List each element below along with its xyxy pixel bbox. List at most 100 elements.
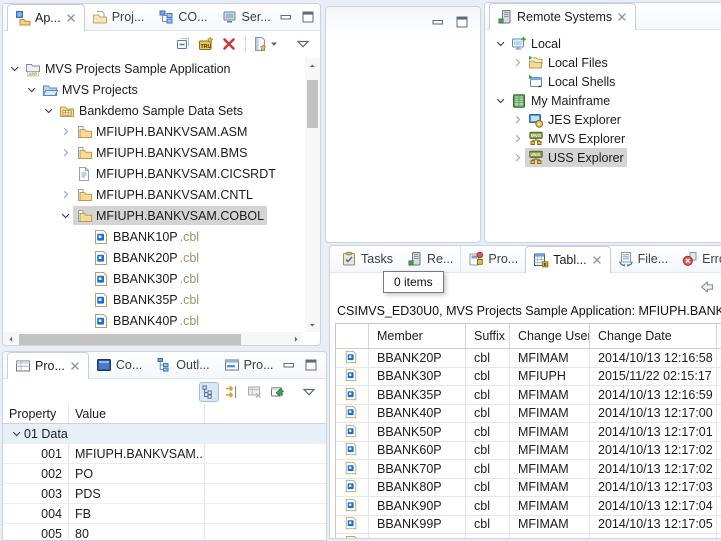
tab-outline[interactable]: Outl... [149, 352, 216, 378]
tree-item[interactable]: BBANK10P.cbl [3, 226, 303, 247]
header-change-user[interactable]: Change User [510, 324, 590, 348]
tree-item-content[interactable]: Local Shells [525, 72, 618, 91]
scrollbar-thumb[interactable] [19, 334, 241, 345]
tab-console[interactable]: Co... [89, 352, 149, 378]
tree-item-content[interactable]: APPMVS Projects Sample Application [22, 59, 234, 78]
maximize-icon[interactable] [454, 14, 470, 30]
expand-expander-icon[interactable] [58, 187, 73, 202]
tab-remote-details[interactable]: Re... [400, 246, 460, 272]
scroll-left-icon[interactable] [3, 332, 18, 346]
tree-item-content[interactable]: BBANK10P.cbl [90, 227, 202, 246]
property-row[interactable]: 01 Data [3, 424, 326, 444]
table-row[interactable]: BBANK90PcblMFIMAM2014/10/13 12:17:04 [336, 497, 721, 516]
expand-expander-icon[interactable] [510, 112, 525, 127]
tree-item-content[interactable]: MVSMVS Explorer [525, 129, 628, 148]
tab-application-explorer[interactable]: Ap... [7, 4, 85, 31]
scrollbar-thumb[interactable] [307, 80, 318, 128]
tree-item[interactable]: BBANK30P.cbl [3, 268, 303, 289]
minimize-icon[interactable] [430, 14, 446, 30]
maximize-icon[interactable] [303, 357, 319, 373]
view-menu-button[interactable] [300, 383, 318, 401]
tree-item[interactable]: BBANK20P.cbl [3, 247, 303, 268]
tree-item-content[interactable]: Local [508, 34, 564, 53]
tree-item-content[interactable]: UNIXUSS Explorer [525, 148, 627, 167]
tree-item-content[interactable]: JES Explorer [525, 110, 624, 129]
expand-expander-icon[interactable] [58, 124, 73, 139]
tree-item[interactable]: JES Explorer [485, 110, 721, 129]
property-row[interactable]: 004FB [3, 504, 326, 524]
collapse-expander-icon[interactable] [24, 82, 39, 97]
table-row[interactable]: BBANK70PcblMFIMAM2014/10/13 12:17:02 [336, 460, 721, 479]
collapse-expander-icon[interactable] [493, 93, 508, 108]
tab-table-view[interactable]: E Tabl... [525, 246, 610, 273]
table-row[interactable]: BBANK80PcblMFIMAM2014/10/13 12:17:03 [336, 479, 721, 498]
close-icon[interactable] [65, 12, 77, 24]
header-value[interactable]: Value [69, 404, 205, 423]
tree-item[interactable]: MFIUPH.BANKVSAM.BMS [3, 142, 303, 163]
tree-item[interactable]: BBANK35P.cbl [3, 289, 303, 310]
collapse-expander-icon[interactable] [7, 61, 22, 76]
tree-item[interactable]: My Mainframe [485, 91, 721, 110]
tab-tasks[interactable]: Tasks [334, 246, 400, 272]
tree-item-content[interactable]: MVS Projects [39, 80, 141, 99]
tree-item[interactable]: MFIUPH.BANKVSAM.COBOL [3, 205, 303, 226]
tree-item-content[interactable]: Bankdemo Sample Data Sets [56, 101, 246, 120]
view-menu-button[interactable] [294, 35, 312, 53]
close-icon[interactable] [69, 360, 81, 372]
expand-expander-icon[interactable] [510, 131, 525, 146]
property-row[interactable]: 002PO [3, 464, 326, 484]
header-change-date[interactable]: Change Date [590, 324, 717, 348]
pin-view-button[interactable] [269, 383, 287, 401]
tree-item[interactable]: MFIUPH.BANKVSAM.CNTL [3, 184, 303, 205]
tree-item-content[interactable]: Local Files [525, 53, 611, 72]
tree-item[interactable]: UNIXUSS Explorer [485, 148, 721, 167]
tree-item[interactable]: Local [485, 34, 721, 53]
tab-properties-view[interactable]: Pro... [460, 246, 525, 272]
horizontal-scrollbar[interactable] [3, 332, 303, 346]
tree-item-content[interactable]: MFIUPH.BANKVSAM.BMS [73, 143, 250, 162]
close-icon[interactable] [616, 11, 628, 23]
table-row-partial[interactable] [336, 534, 721, 539]
header-member[interactable]: Member [369, 324, 466, 348]
maximize-icon[interactable] [300, 9, 316, 25]
property-row[interactable]: 003PDS [3, 484, 326, 504]
table-row[interactable]: BBANK50PcblMFIMAM2014/10/13 12:17:01 [336, 423, 721, 442]
scroll-down-icon[interactable] [305, 317, 320, 332]
table-row[interactable]: BBANK60PcblMFIMAM2014/10/13 12:17:02 [336, 442, 721, 461]
restore-default-button[interactable] [246, 383, 264, 401]
tree-item-content[interactable]: BBANK30P.cbl [90, 269, 202, 288]
tree-item-content[interactable]: My Mainframe [508, 91, 613, 110]
collapse-expander-icon[interactable] [9, 426, 24, 441]
tree-item[interactable]: MFIUPH.BANKVSAM.CICSRDT [3, 163, 303, 184]
tab-error-list[interactable]: Erro... [675, 246, 721, 272]
collapse-expander-icon[interactable] [58, 208, 73, 223]
sort-button[interactable] [223, 383, 241, 401]
tab-progress[interactable]: Pro... [217, 352, 281, 378]
tree-item[interactable]: BBANK40P.cbl [3, 310, 303, 331]
header-property[interactable]: Property [3, 404, 69, 423]
table-row[interactable]: BBANK20PcblMFIMAM2014/10/13 12:16:58 [336, 349, 721, 368]
collapse-expander-icon[interactable] [41, 103, 56, 118]
vertical-scrollbar[interactable] [305, 58, 320, 332]
new-dataset-button[interactable]: TRU [197, 35, 215, 53]
tree-item[interactable]: MFIUPH.BANKVSAM.ASM [3, 121, 303, 142]
close-icon[interactable] [591, 254, 603, 266]
property-row[interactable]: 001MFIUPH.BANKVSAM.... [3, 444, 326, 464]
table-row[interactable]: BBANK35PcblMFIMAM2014/10/13 12:16:59 [336, 386, 721, 405]
minimize-icon[interactable] [278, 9, 294, 25]
tree-item-content[interactable]: MFIUPH.BANKVSAM.CNTL [73, 185, 256, 204]
table-row[interactable]: BBANK30PcblMFIUPH2015/11/22 02:15:17 [336, 368, 721, 387]
tree-item-content[interactable]: BBANK40P.cbl [90, 311, 202, 330]
tab-servers[interactable]: Ser... [215, 4, 278, 30]
scroll-right-icon[interactable] [288, 332, 303, 346]
scroll-up-icon[interactable] [305, 58, 320, 73]
table-row[interactable]: BBANK40PcblMFIMAM2014/10/13 12:17:00 [336, 405, 721, 424]
tab-projects[interactable]: Proj... [85, 4, 152, 30]
property-row[interactable]: 00580 [3, 524, 326, 541]
back-button[interactable] [698, 278, 716, 296]
tree-item-content[interactable]: MFIUPH.BANKVSAM.ASM [73, 122, 250, 141]
expand-expander-icon[interactable] [510, 150, 525, 165]
tree-item[interactable]: Local Shells [485, 72, 721, 91]
tree-mode-button[interactable] [200, 383, 218, 401]
expand-expander-icon[interactable] [58, 145, 73, 160]
